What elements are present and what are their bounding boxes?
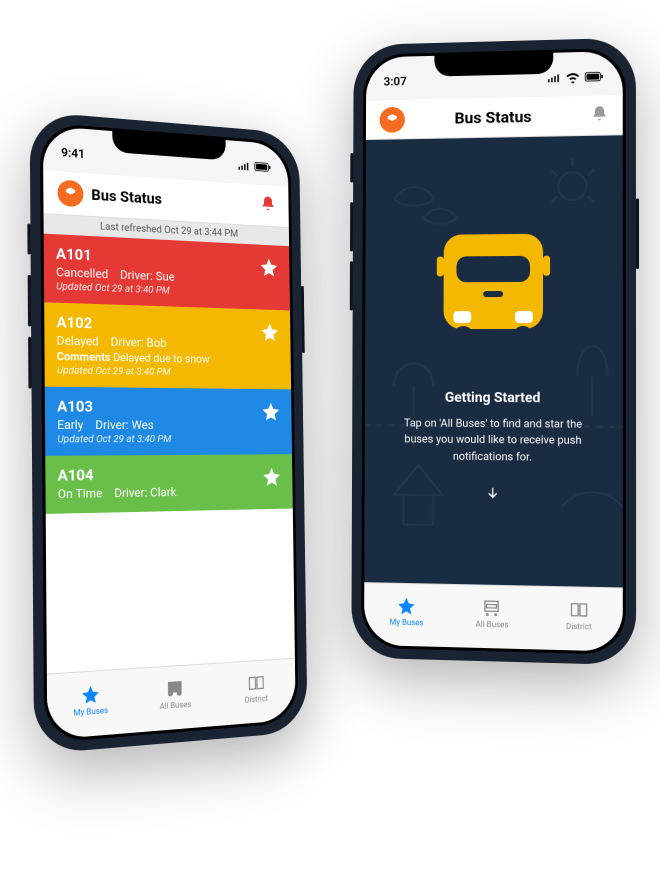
driver-name: Sue bbox=[156, 269, 175, 284]
volume-up bbox=[350, 202, 353, 251]
star-icon bbox=[81, 683, 101, 705]
onboarding-text: Tap on 'All Buses' to find and star the … bbox=[389, 415, 598, 466]
power-button bbox=[636, 198, 639, 269]
driver-name: Bob bbox=[146, 336, 166, 350]
bus-status: On Time bbox=[58, 486, 103, 501]
status-time: 3:07 bbox=[384, 74, 407, 88]
wifi-icon bbox=[565, 72, 580, 83]
side-button bbox=[27, 224, 30, 255]
status-icons bbox=[547, 71, 604, 83]
bus-row[interactable]: A101 Cancelled Driver: Sue Updated Oct 2… bbox=[44, 234, 290, 311]
volume-up bbox=[28, 275, 31, 327]
power-button bbox=[301, 286, 305, 353]
bus-row[interactable]: A104 On Time Driver: Clark bbox=[45, 454, 293, 514]
status-time: 9:41 bbox=[61, 145, 85, 161]
tab-district[interactable]: District bbox=[216, 659, 296, 718]
bell-icon[interactable] bbox=[260, 195, 276, 217]
comments-label: Comments bbox=[57, 350, 111, 364]
bus-icon bbox=[482, 597, 502, 618]
header-title: Bus Status bbox=[91, 186, 162, 208]
bus-updated: Updated Oct 29 at 3:40 PM bbox=[57, 365, 281, 379]
driver-name: Clark bbox=[150, 485, 176, 500]
phone-notch bbox=[434, 50, 553, 77]
bus-status: Cancelled bbox=[56, 265, 108, 281]
bus-icon bbox=[166, 677, 185, 699]
tab-district[interactable]: District bbox=[535, 587, 623, 644]
bus-status: Early bbox=[57, 418, 83, 432]
app-screen-left: 9:41 Bus Status Last refreshed Oct 29 a bbox=[43, 126, 296, 740]
phone-mockup-left: 9:41 Bus Status Last refreshed Oct 29 a bbox=[30, 111, 308, 754]
tab-label: My Buses bbox=[389, 617, 423, 627]
tab-label: District bbox=[566, 621, 592, 631]
status-icons bbox=[238, 160, 272, 172]
app-screen-right: 3:07 Bus Status bbox=[364, 51, 623, 652]
star-icon[interactable] bbox=[262, 466, 282, 491]
volume-down bbox=[350, 261, 353, 310]
tab-label: My Buses bbox=[73, 705, 108, 717]
phone-mockup-right: 3:07 Bus Status bbox=[351, 38, 636, 666]
bus-illustration bbox=[428, 215, 557, 360]
tab-all-buses[interactable]: All Buses bbox=[133, 664, 216, 725]
onboarding-title: Getting Started bbox=[445, 390, 541, 406]
signal-icon bbox=[547, 72, 561, 82]
driver-label: Driver: bbox=[95, 418, 128, 432]
driver-label: Driver: bbox=[111, 335, 144, 350]
arrow-down-icon bbox=[484, 485, 500, 505]
tab-my-buses[interactable]: My Buses bbox=[47, 669, 134, 731]
app-logo-icon bbox=[380, 106, 405, 132]
onboarding-screen: Getting Started Tap on 'All Buses' to fi… bbox=[364, 135, 622, 587]
bus-status: Delayed bbox=[57, 333, 99, 348]
battery-icon bbox=[584, 71, 604, 81]
app-header: Bus Status bbox=[366, 95, 623, 140]
star-icon[interactable] bbox=[260, 321, 280, 346]
side-button bbox=[350, 153, 353, 183]
star-icon[interactable] bbox=[259, 256, 279, 281]
tab-label: All Buses bbox=[476, 619, 509, 629]
battery-icon bbox=[254, 162, 272, 173]
tab-bar: My Buses All Buses District bbox=[364, 582, 623, 652]
comments-text: Delayed due to snow bbox=[113, 351, 210, 366]
book-icon bbox=[247, 672, 266, 693]
bus-id: A103 bbox=[57, 397, 281, 416]
tab-all-buses[interactable]: All Buses bbox=[449, 585, 535, 641]
star-icon bbox=[397, 595, 417, 615]
header-title: Bus Status bbox=[454, 107, 531, 127]
driver-label: Driver: bbox=[114, 485, 147, 500]
signal-icon bbox=[238, 160, 251, 171]
tab-label: All Buses bbox=[160, 699, 192, 710]
bell-icon[interactable] bbox=[590, 104, 608, 126]
bus-updated: Updated Oct 29 at 3:40 PM bbox=[57, 434, 281, 446]
driver-label: Driver: bbox=[120, 268, 153, 283]
volume-down bbox=[28, 337, 31, 389]
book-icon bbox=[569, 599, 589, 620]
bus-list[interactable]: A101 Cancelled Driver: Sue Updated Oct 2… bbox=[44, 234, 295, 674]
driver-name: Wes bbox=[131, 418, 153, 432]
bus-id: A104 bbox=[58, 464, 282, 485]
tab-my-buses[interactable]: My Buses bbox=[364, 583, 449, 639]
app-logo-icon bbox=[57, 179, 83, 207]
bus-row[interactable]: A103 Early Driver: Wes Updated Oct 29 at… bbox=[45, 387, 292, 456]
bus-row[interactable]: A102 Delayed Driver: Bob Comments Delaye… bbox=[44, 302, 291, 389]
star-icon[interactable] bbox=[261, 401, 281, 425]
tab-label: District bbox=[245, 694, 268, 705]
